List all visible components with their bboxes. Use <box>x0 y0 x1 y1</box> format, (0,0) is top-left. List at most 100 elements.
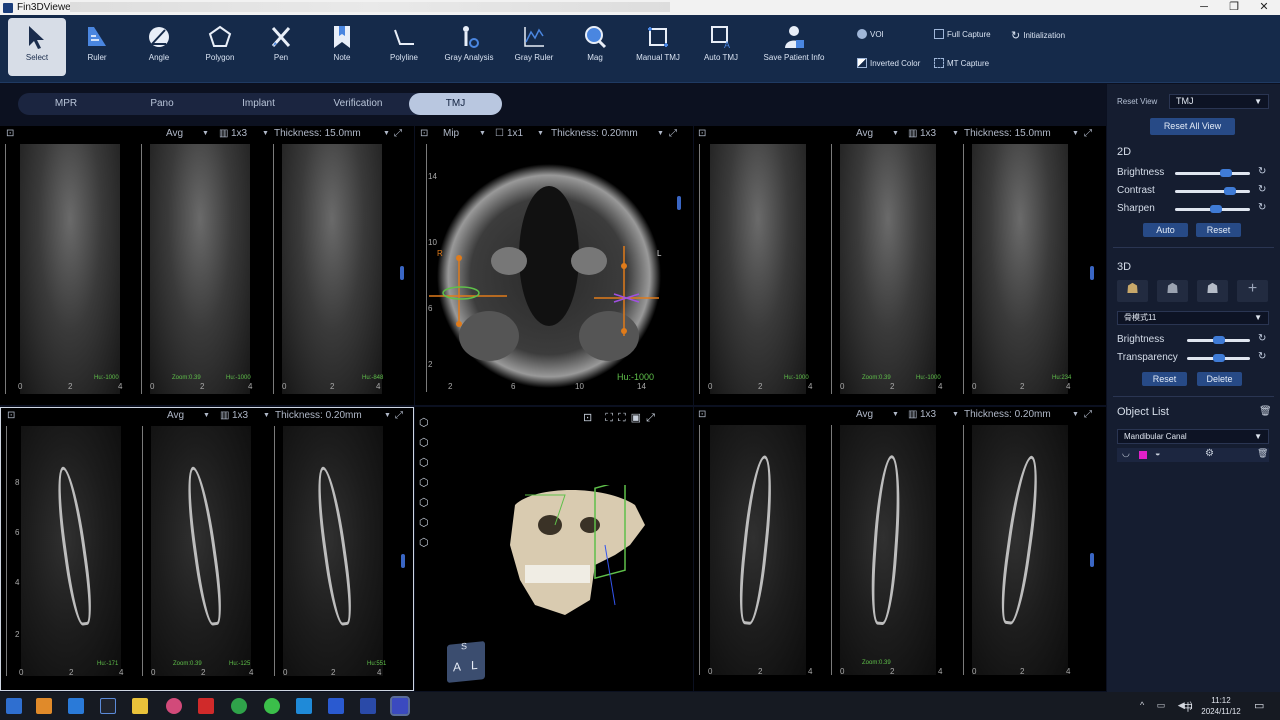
skull-preset-icon[interactable]: ☗ <box>1117 280 1148 302</box>
gear-icon[interactable]: ⚙ <box>1205 448 1214 459</box>
edge-icon[interactable] <box>68 698 84 714</box>
cube-view-icon[interactable]: ⬡ <box>419 473 433 493</box>
transparency-slider[interactable] <box>1187 354 1250 362</box>
snapshot-icon[interactable]: ⊡ <box>6 128 14 139</box>
slice-scrollbar[interactable] <box>1090 266 1094 280</box>
skin-preset-icon[interactable]: ☗ <box>1197 280 1228 302</box>
chevron-down-icon[interactable]: ▼ <box>657 130 664 137</box>
bottom-left-viewport[interactable]: ⊡ Avg ▼ ▥ 1x3 ▼ Thickness: 0.20mm ▼ ⤢ 8 … <box>0 407 414 691</box>
tab-implant[interactable]: Implant <box>210 93 307 115</box>
slider-knob[interactable] <box>1212 336 1225 344</box>
3d-viewport[interactable]: ⬡ ⬡ ⬡ ⬡ ⬡ ⬡ ⬡ ⊡ ⛶⛶▣⤢ S A L <box>415 407 693 691</box>
bottom-right-viewport[interactable]: ⊡ Avg ▼ ▥ 1x3 ▼ Thickness: 0.20mm ▼ ⤢ Zo… <box>694 407 1106 691</box>
preset-dropdown[interactable]: 骨模式11 ▼ <box>1117 311 1269 325</box>
chevron-down-icon[interactable]: ▼ <box>203 412 210 419</box>
chevron-down-icon[interactable]: ▼ <box>892 411 899 418</box>
thickness-value[interactable]: Thickness: 0.20mm <box>275 410 362 421</box>
thickness-value[interactable]: Thickness: 0.20mm <box>551 128 638 139</box>
reset-transparency-icon[interactable]: ↻ <box>1258 351 1266 362</box>
slider-knob[interactable] <box>1210 205 1223 213</box>
contrast-slider[interactable] <box>1175 187 1250 195</box>
wechat-icon[interactable] <box>264 698 280 714</box>
gray-ruler-tool-button[interactable]: Gray Ruler <box>505 18 563 76</box>
maximize-button[interactable]: ❐ <box>1218 0 1250 15</box>
gray-analysis-tool-button[interactable]: Gray Analysis <box>440 18 498 76</box>
select-tool-button[interactable]: Select <box>8 18 66 76</box>
slice-scrollbar[interactable] <box>400 266 404 280</box>
trash-icon[interactable]: 🗑 <box>1259 406 1272 417</box>
reset-view-dropdown[interactable]: TMJ ▼ <box>1169 94 1269 109</box>
reset-brightness-3d-icon[interactable]: ↻ <box>1258 333 1266 344</box>
orientation-cube[interactable]: S A L <box>447 641 485 683</box>
chevron-down-icon[interactable]: ▼ <box>952 411 959 418</box>
maximize-view-icon[interactable]: ⤢ <box>394 128 402 139</box>
layout-value[interactable]: 1x3 <box>232 410 248 421</box>
fin3dviewer-taskbar-icon[interactable] <box>390 696 410 716</box>
pen-tool-button[interactable]: Pen <box>252 18 310 76</box>
snapshot-icon[interactable]: ⊡ <box>698 128 706 139</box>
mode-dropdown[interactable]: Avg <box>167 410 184 421</box>
app-icon[interactable] <box>296 698 312 714</box>
slice-scrollbar[interactable] <box>1090 553 1094 567</box>
layout-icon[interactable]: ▥ <box>219 128 228 139</box>
ime-indicator[interactable]: 中 <box>1183 699 1193 714</box>
minimize-button[interactable]: ─ <box>1188 0 1220 15</box>
tab-verification[interactable]: Verification <box>307 93 409 115</box>
mag-tool-button[interactable]: Mag <box>566 18 624 76</box>
chrome-icon[interactable] <box>231 698 247 714</box>
thickness-value[interactable]: Thickness: 15.0mm <box>964 128 1051 139</box>
slider-knob[interactable] <box>1220 169 1232 177</box>
mt-capture-button[interactable]: MT Capture <box>934 58 989 68</box>
chevron-down-icon[interactable]: ▼ <box>1072 411 1079 418</box>
tab-tmj[interactable]: TMJ <box>409 93 502 115</box>
layout-value[interactable]: 1x3 <box>920 128 936 139</box>
top-right-viewport[interactable]: ⊡ Avg ▼ ▥ 1x3 ▼ Thickness: 15.0mm ▼ ⤢ Hu… <box>694 126 1106 405</box>
delete-3d-button[interactable]: Delete <box>1197 372 1242 386</box>
auto-tmj-tool-button[interactable]: A Auto TMJ <box>692 18 750 76</box>
app-icon[interactable] <box>360 698 376 714</box>
clock[interactable]: 11:12 2024/11/12 <box>1199 695 1243 717</box>
object-row[interactable]: ◡ ◒ ⚙ 🗑 <box>1117 448 1269 462</box>
brightness-slider[interactable] <box>1175 169 1250 177</box>
polygon-tool-button[interactable]: Polygon <box>191 18 249 76</box>
reset-contrast-icon[interactable]: ↻ <box>1258 184 1266 195</box>
slider-knob[interactable] <box>1212 354 1225 362</box>
layout-value[interactable]: 1x1 <box>507 128 523 139</box>
snapshot-icon[interactable]: ⊡ <box>7 410 15 421</box>
skull-preset-icon[interactable]: ☗ <box>1157 280 1188 302</box>
snapshot-icon[interactable]: ⊡ <box>698 409 706 420</box>
note-tool-button[interactable]: Note <box>313 18 371 76</box>
3d-view-tools[interactable]: ⊡ ⛶⛶▣⤢ <box>583 411 660 425</box>
chevron-down-icon[interactable]: ▼ <box>383 130 390 137</box>
reset-brightness-icon[interactable]: ↻ <box>1258 166 1266 177</box>
inverted-color-button[interactable]: Inverted Color <box>857 58 920 68</box>
layout-value[interactable]: 1x3 <box>920 409 936 420</box>
chevron-down-icon[interactable]: ▼ <box>384 412 391 419</box>
mode-dropdown[interactable]: Mip <box>443 128 459 139</box>
reset-3d-button[interactable]: Reset <box>1142 372 1187 386</box>
brightness-3d-slider[interactable] <box>1187 336 1250 344</box>
chevron-down-icon[interactable]: ▼ <box>952 130 959 137</box>
chevron-down-icon[interactable]: ▼ <box>537 130 544 137</box>
visibility-icon[interactable]: ◒ <box>1155 448 1160 458</box>
chevron-down-icon[interactable]: ▼ <box>202 130 209 137</box>
cube-view-icon[interactable]: ⬡ <box>419 513 433 533</box>
chevron-down-icon[interactable]: ▼ <box>479 130 486 137</box>
layout-icon[interactable]: ▥ <box>908 128 917 139</box>
cube-view-icon[interactable]: ⬡ <box>419 413 433 433</box>
start-icon[interactable] <box>6 698 22 714</box>
cube-view-icon[interactable]: ⬡ <box>419 533 433 553</box>
app-icon[interactable] <box>100 698 116 714</box>
axial-viewport[interactable]: ⊡ Mip ▼ ☐ 1x1 ▼ Thickness: 0.20mm ▼ ⤢ 14… <box>415 126 693 405</box>
layout-icon[interactable]: ▥ <box>908 409 917 420</box>
thickness-value[interactable]: Thickness: 15.0mm <box>274 128 361 139</box>
maximize-view-icon[interactable]: ⤢ <box>1084 409 1092 420</box>
snapshot-icon[interactable]: ⊡ <box>420 128 428 139</box>
app-icon[interactable] <box>198 698 214 714</box>
chevron-down-icon[interactable]: ▼ <box>263 412 270 419</box>
cube-view-icon[interactable]: ⬡ <box>419 453 433 473</box>
maximize-view-icon[interactable]: ⤢ <box>669 128 677 139</box>
cube-view-icon[interactable]: ⬡ <box>419 433 433 453</box>
close-button[interactable]: ✕ <box>1248 0 1280 15</box>
reset-sharpen-icon[interactable]: ↻ <box>1258 202 1266 213</box>
